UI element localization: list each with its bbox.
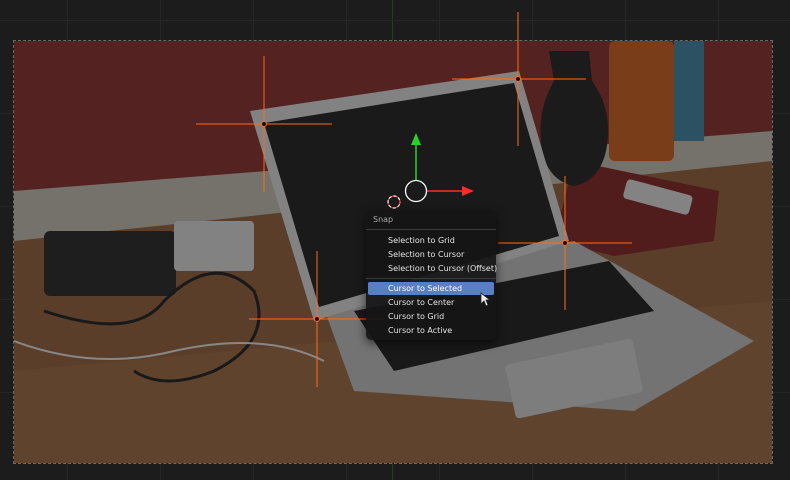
menu-separator [366, 278, 496, 279]
snap-menu: Snap Selection to Grid Selection to Curs… [366, 210, 497, 340]
menu-separator [366, 229, 496, 230]
menu-item-selection-to-cursor-offset[interactable]: Selection to Cursor (Offset) [368, 262, 497, 275]
menu-item-selection-to-cursor[interactable]: Selection to Cursor [368, 248, 494, 261]
menu-item-cursor-to-center[interactable]: Cursor to Center [368, 296, 494, 309]
snap-menu-title: Snap [373, 215, 394, 224]
menu-item-selection-to-grid[interactable]: Selection to Grid [368, 234, 494, 247]
selected-vertex[interactable] [452, 12, 586, 146]
menu-item-cursor-to-selected[interactable]: Cursor to Selected [368, 282, 494, 295]
selected-vertex[interactable] [498, 176, 632, 310]
3d-cursor [387, 195, 401, 209]
transform-gizmo[interactable] [404, 133, 475, 203]
menu-item-cursor-to-active[interactable]: Cursor to Active [368, 324, 494, 337]
selected-vertex[interactable] [249, 251, 385, 387]
3d-viewport[interactable]: Snap Selection to Grid Selection to Curs… [0, 0, 790, 480]
menu-item-cursor-to-grid[interactable]: Cursor to Grid [368, 310, 494, 323]
selected-vertex[interactable] [196, 56, 332, 192]
mouse-pointer-icon [480, 292, 492, 307]
